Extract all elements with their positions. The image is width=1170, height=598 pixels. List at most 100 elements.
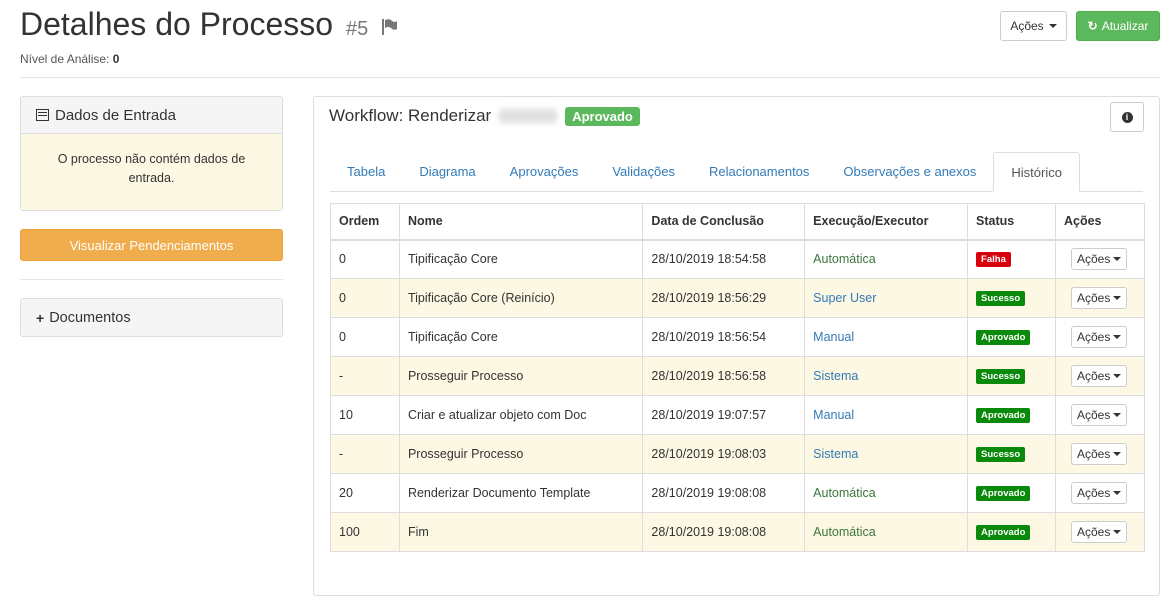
column-header-nome[interactable]: Nome	[398, 203, 644, 241]
workflow-title: Workflow: Renderizar Aprovado	[329, 106, 640, 126]
cell-ordem: 0	[330, 278, 400, 318]
left-divider	[20, 279, 283, 280]
cell-execucao: Automática	[804, 512, 969, 552]
entrada-panel: Dados de Entrada O processo não contém d…	[20, 96, 283, 211]
tab-relacionamentos[interactable]: Relacionamentos	[692, 152, 826, 191]
page-title: Detalhes do Processo #5	[20, 6, 398, 43]
tab-aprovacoes[interactable]: Aprovações	[493, 152, 596, 191]
caret-down-icon	[1113, 452, 1122, 456]
caret-down-icon	[1113, 374, 1122, 378]
caret-down-icon	[1113, 413, 1122, 417]
entrada-message: O processo não contém dados de entrada.	[21, 134, 282, 210]
cell-execucao: Sistema	[804, 356, 969, 396]
cell-acoes: Ações	[1054, 434, 1146, 474]
page-header: Detalhes do Processo #5 Nível de Análise…	[20, 4, 1160, 78]
column-header-execucao[interactable]: Execução/Executor	[804, 203, 969, 241]
row-actions-label: Ações	[1076, 408, 1111, 422]
status-badge: Falha	[976, 252, 1011, 268]
executor-link[interactable]: Sistema	[813, 447, 858, 461]
cell-data: 28/10/2019 18:56:29	[642, 278, 806, 318]
cell-execucao: Sistema	[804, 434, 969, 474]
actions-dropdown-button[interactable]: Ações	[1000, 11, 1067, 41]
page-title-text: Detalhes do Processo	[20, 6, 334, 42]
table-row: - Prosseguir Processo 28/10/2019 19:08:03 S…	[330, 434, 1146, 474]
executor-link[interactable]: Automática	[813, 525, 876, 539]
status-badge: Sucesso	[976, 447, 1026, 462]
status-badge: Sucesso	[976, 369, 1026, 384]
tab-tabela[interactable]: Tabela	[330, 152, 402, 191]
workflow-status-label: Aprovado	[565, 106, 640, 126]
row-actions-button[interactable]: Ações	[1070, 248, 1128, 271]
cell-execucao: Manual	[804, 395, 969, 435]
cell-ordem: 0	[330, 317, 400, 357]
executor-link[interactable]: Automática	[813, 252, 876, 266]
cell-ordem: -	[330, 434, 400, 474]
cell-nome: Prosseguir Processo	[398, 356, 644, 396]
cell-acoes: Ações	[1054, 278, 1146, 318]
cell-acoes: Ações	[1054, 317, 1146, 357]
row-actions-button[interactable]: Ações	[1070, 287, 1128, 309]
info-button[interactable]: i	[1110, 102, 1144, 132]
status-badge: Aprovado	[976, 408, 1031, 423]
tab-validacoes[interactable]: Validações	[595, 152, 692, 191]
table-row: 20 Renderizar Documento Template 28/10/201…	[330, 473, 1146, 513]
cell-nome: Fim	[398, 512, 644, 552]
status-badge: Aprovado	[976, 486, 1031, 501]
column-header-ordem[interactable]: Ordem	[330, 203, 400, 241]
cell-status: Aprovado	[967, 317, 1056, 357]
tab-historico[interactable]: Histórico	[993, 152, 1080, 192]
cell-data: 28/10/2019 18:56:58	[642, 356, 806, 396]
cell-status: Sucesso	[967, 434, 1056, 474]
cell-nome: Renderizar Documento Template	[398, 473, 644, 513]
cell-nome: Prosseguir Processo	[398, 434, 644, 474]
header-buttons: Ações ↻ Atualizar	[1000, 11, 1160, 41]
cell-data: 28/10/2019 18:56:54	[642, 317, 806, 357]
documentos-title: Documentos	[49, 309, 131, 326]
caret-down-icon	[1113, 491, 1122, 495]
executor-link[interactable]: Manual	[813, 408, 854, 422]
list-icon	[36, 109, 49, 121]
refresh-button[interactable]: ↻ Atualizar	[1076, 11, 1160, 41]
cell-ordem: 100	[330, 512, 400, 552]
cell-status: Falha	[967, 239, 1056, 279]
executor-link[interactable]: Sistema	[813, 369, 858, 383]
cell-ordem: 0	[330, 239, 400, 279]
tab-diagrama[interactable]: Diagrama	[402, 152, 492, 191]
row-actions-button[interactable]: Ações	[1070, 443, 1128, 465]
cell-data: 28/10/2019 19:08:03	[642, 434, 806, 474]
documentos-panel[interactable]: + Documentos	[20, 298, 283, 337]
row-actions-label: Ações	[1076, 369, 1111, 383]
entrada-panel-heading: Dados de Entrada	[21, 97, 282, 134]
table-row: 10 Criar e atualizar objeto com Doc 28/10/…	[330, 395, 1146, 435]
caret-down-icon	[1113, 257, 1122, 262]
table-row: 0 Tipificação Core 28/10/2019 18:56:54 Manu…	[330, 317, 1146, 357]
table-row: 100 Fim 28/10/2019 19:08:08 Automática Aprov…	[330, 512, 1146, 552]
column-header-status[interactable]: Status	[967, 203, 1056, 241]
status-badge: Sucesso	[976, 291, 1026, 306]
executor-link[interactable]: Automática	[813, 486, 876, 500]
documentos-heading[interactable]: + Documentos	[21, 299, 282, 336]
caret-down-icon	[1113, 530, 1122, 534]
row-actions-button[interactable]: Ações	[1070, 326, 1128, 348]
row-actions-button[interactable]: Ações	[1070, 404, 1128, 426]
cell-ordem: 20	[330, 473, 400, 513]
column-header-data[interactable]: Data de Conclusão	[642, 203, 806, 241]
executor-link[interactable]: Manual	[813, 330, 854, 344]
pending-button[interactable]: Visualizar Pendenciamentos	[20, 229, 283, 261]
redacted-name	[499, 109, 558, 123]
workflow-panel: Workflow: Renderizar Aprovado i Tabela D…	[313, 96, 1160, 596]
cell-ordem: 10	[330, 395, 400, 435]
row-actions-button[interactable]: Ações	[1070, 521, 1128, 543]
cell-nome: Tipificação Core (Reinício)	[398, 278, 644, 318]
row-actions-button[interactable]: Ações	[1070, 365, 1128, 387]
row-actions-button[interactable]: Ações	[1070, 482, 1128, 504]
cell-status: Aprovado	[967, 473, 1056, 513]
status-badge: Aprovado	[976, 330, 1031, 345]
caret-down-icon	[1048, 24, 1057, 28]
cell-nome: Tipificação Core	[398, 317, 644, 357]
caret-down-icon	[1113, 296, 1122, 300]
flag-icon[interactable]	[381, 18, 398, 35]
tab-observacoes[interactable]: Observações e anexos	[826, 152, 993, 191]
cell-execucao: Automática	[804, 473, 969, 513]
executor-link[interactable]: Super User	[813, 291, 876, 305]
